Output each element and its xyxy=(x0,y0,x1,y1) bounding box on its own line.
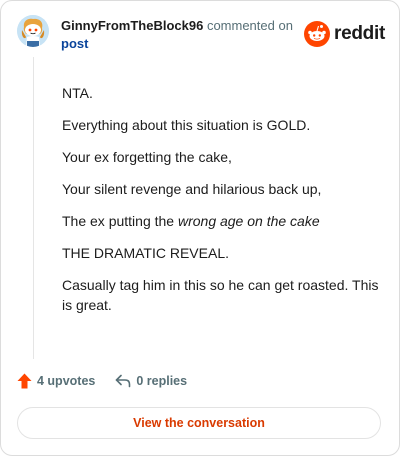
view-conversation-label: View the conversation xyxy=(133,416,265,430)
comment-paragraph: Your silent revenge and hilarious back u… xyxy=(62,181,322,197)
reply-arrow-icon xyxy=(116,374,131,388)
comment-paragraph: Your ex forgetting the cake, xyxy=(62,149,232,165)
comment-paragraph: Everything about this situation is GOLD. xyxy=(62,117,311,133)
comment-header: GinnyFromTheBlock96 commented on post xyxy=(61,17,301,53)
comment-emphasis: wrong age on the cake xyxy=(177,213,320,229)
username-link[interactable]: GinnyFromTheBlock96 xyxy=(61,18,203,33)
comment-text: The ex putting the xyxy=(62,213,178,229)
upvote-arrow-icon xyxy=(17,373,32,389)
comment-paragraph: The ex putting the wrong age on the cake xyxy=(62,211,382,231)
snoo-avatar-icon xyxy=(17,15,49,47)
view-conversation-button[interactable]: View the conversation xyxy=(17,407,381,439)
thread-line xyxy=(33,57,34,359)
comment-actions: 4 upvotes 0 replies xyxy=(17,373,187,389)
reddit-logo[interactable]: reddit xyxy=(304,21,385,47)
upvote-button[interactable]: 4 upvotes xyxy=(17,373,95,389)
reply-button[interactable]: 0 replies xyxy=(115,374,187,388)
post-link[interactable]: post xyxy=(61,36,88,51)
reddit-logo-icon xyxy=(304,21,331,47)
comment-card: GinnyFromTheBlock96 commented on post re… xyxy=(0,0,400,456)
reply-count: 0 replies xyxy=(136,374,188,388)
comment-paragraph: THE DRAMATIC REVEAL. xyxy=(62,245,229,261)
reddit-wordmark: reddit xyxy=(334,23,385,44)
comment-body: NTA. Everything about this situation is … xyxy=(62,83,382,315)
comment-paragraph: NTA. xyxy=(62,85,93,101)
comment-paragraph: Casually tag him in this so he can get r… xyxy=(62,277,379,313)
avatar[interactable] xyxy=(17,15,49,47)
upvote-count: 4 upvotes xyxy=(37,374,96,388)
action-text: commented on xyxy=(206,18,293,33)
